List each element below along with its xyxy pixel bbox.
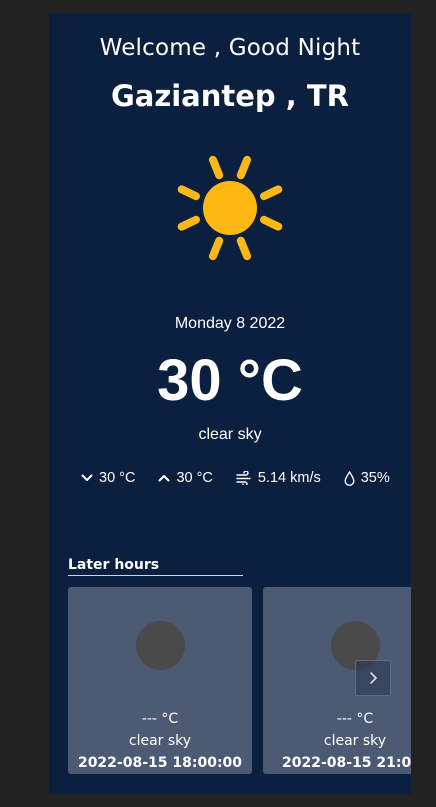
wind-icon	[236, 471, 251, 485]
later-hours-heading: Later hours	[68, 557, 243, 576]
forecast-time: 2022-08-15 18:00:00	[77, 755, 243, 771]
weather-stats: 30 °C 30 °C 5.14 km/s 35%	[81, 468, 390, 488]
forecast-description: clear sky	[128, 733, 192, 749]
max-temp-value: 30 °C	[176, 470, 213, 486]
current-temperature: 30 °C	[157, 348, 303, 413]
chevron-down-icon	[81, 474, 93, 481]
droplet-icon	[344, 470, 355, 486]
current-date: Monday 8 2022	[174, 315, 286, 332]
max-temp-stat: 30 °C	[158, 470, 213, 486]
chevron-right-icon	[370, 672, 377, 684]
forecast-card[interactable]: --- °C clear sky 2022-08-15 18:00:00	[68, 587, 252, 774]
wind-value: 5.14 km/s	[257, 470, 321, 486]
forecast-time: 2022-08-15 21:00:00	[282, 755, 411, 771]
chevron-up-icon	[158, 475, 170, 482]
forecast-description: clear sky	[323, 733, 387, 749]
humidity-value: 35%	[360, 470, 390, 486]
min-temp-value: 30 °C	[99, 470, 136, 486]
weather-panel: Welcome , Good Night Gaziantep , TR Mond…	[49, 13, 411, 794]
weather-description: clear sky	[198, 426, 262, 443]
sun-icon	[177, 155, 283, 261]
welcome-greeting: Welcome , Good Night	[99, 35, 361, 61]
forecast-temperature: --- °C	[336, 711, 374, 727]
weather-icon-placeholder	[136, 621, 185, 670]
wind-stat: 5.14 km/s	[236, 470, 321, 486]
min-temp-stat: 30 °C	[81, 470, 135, 486]
city-title: Gaziantep , TR	[110, 79, 350, 113]
forecast-temperature: --- °C	[141, 711, 179, 727]
humidity-stat: 35%	[344, 470, 390, 486]
carousel-next-button[interactable]	[355, 660, 391, 696]
